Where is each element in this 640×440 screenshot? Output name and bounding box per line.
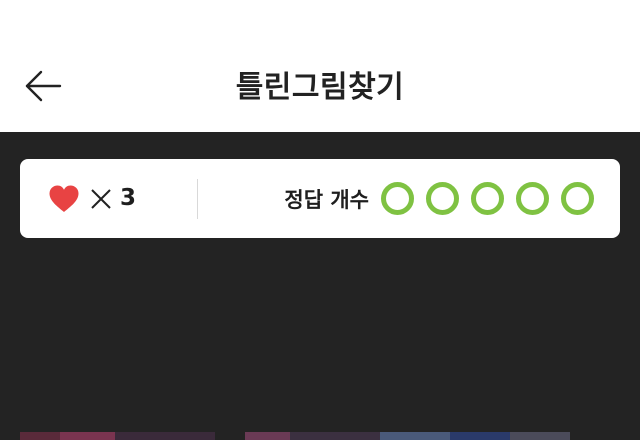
header-bar: 틀린그림찾기 [0, 0, 640, 132]
answers-label: 정답 개수 [284, 187, 369, 212]
heart-icon [49, 185, 79, 212]
divider [197, 179, 198, 219]
answer-circles [381, 182, 594, 215]
close-icon [91, 188, 111, 209]
page-title: 틀린그림찾기 [235, 70, 405, 105]
circle-outline-icon [426, 182, 459, 215]
circle-outline-icon [471, 182, 504, 215]
game-image-edge[interactable] [0, 432, 640, 440]
answer-counter: 정답 개수 [284, 159, 594, 238]
lives-count: 3 [120, 185, 137, 211]
circle-outline-icon [381, 182, 414, 215]
circle-outline-icon [561, 182, 594, 215]
circle-outline-icon [516, 182, 549, 215]
status-card: 3 정답 개수 [20, 159, 620, 238]
lives-indicator: 3 [48, 159, 136, 238]
